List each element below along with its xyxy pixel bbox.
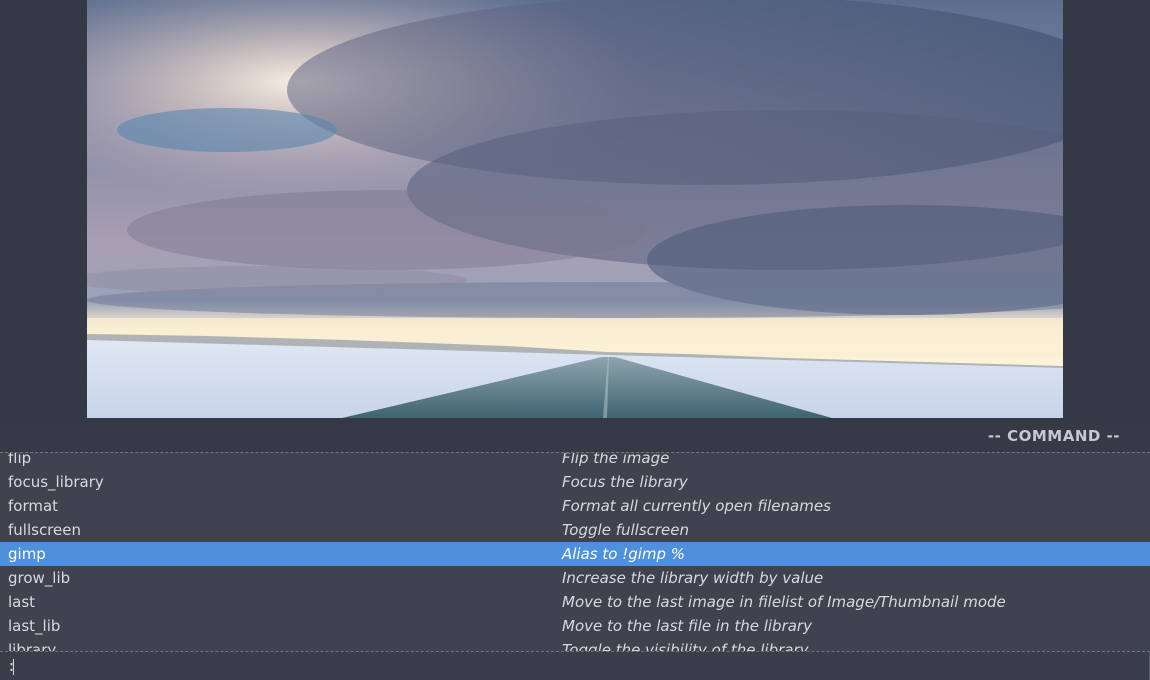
completion-command: library xyxy=(8,641,57,652)
image-viewer-area[interactable] xyxy=(0,0,1150,425)
ice-road-photo xyxy=(87,0,1063,418)
completion-command: last xyxy=(8,593,36,611)
completion-command: flip xyxy=(8,452,32,467)
mode-indicator: -- COMMAND -- xyxy=(987,427,1120,445)
completion-description: Flip the image xyxy=(562,452,670,467)
completion-rows: flip Flip the image focus_library Focus the… xyxy=(0,452,1150,652)
command-prompt: : xyxy=(7,657,17,675)
completion-command: grow_lib xyxy=(8,569,71,587)
completion-row[interactable]: format Format all currently open filename… xyxy=(0,494,1150,518)
completion-description: Alias to !gimp % xyxy=(562,545,686,563)
completion-row[interactable]: last Move to the last image in filelist o… xyxy=(0,590,1150,614)
completion-description: Focus the library xyxy=(562,473,688,491)
image-viewer-app: -- COMMAND -- flip Flip the image focus_li… xyxy=(0,0,1150,680)
completion-row[interactable]: fullscreen Toggle fullscreen xyxy=(0,518,1150,542)
text-cursor xyxy=(13,659,14,675)
completion-description: Toggle fullscreen xyxy=(562,521,690,539)
completion-description: Format all currently open filenames xyxy=(562,497,831,515)
displayed-photo[interactable] xyxy=(87,0,1063,418)
completion-command: last_lib xyxy=(8,617,61,635)
completion-command: fullscreen xyxy=(8,521,81,539)
completion-row[interactable]: library Toggle the visibility of the libr… xyxy=(0,638,1150,652)
completion-row[interactable]: focus_library Focus the library xyxy=(0,470,1150,494)
command-line[interactable]: : xyxy=(0,651,1150,680)
completion-description: Move to the last image in filelist of Im… xyxy=(562,593,1006,611)
completion-description: Move to the last file in the library xyxy=(562,617,812,635)
completion-command: focus_library xyxy=(8,473,104,491)
command-completion-list: flip Flip the image focus_library Focus the… xyxy=(0,452,1150,652)
completion-description: Increase the library width by value xyxy=(562,569,824,587)
completion-row[interactable]: grow_lib Increase the library width by va… xyxy=(0,566,1150,590)
completion-command: gimp xyxy=(8,545,46,563)
completion-description: Toggle the visibility of the library xyxy=(562,641,809,652)
completion-row[interactable]: gimp Alias to !gimp % xyxy=(0,542,1150,566)
completion-command: format xyxy=(8,497,59,515)
completion-row[interactable]: flip Flip the image xyxy=(0,452,1150,470)
completion-row[interactable]: last_lib Move to the last file in the lib… xyxy=(0,614,1150,638)
